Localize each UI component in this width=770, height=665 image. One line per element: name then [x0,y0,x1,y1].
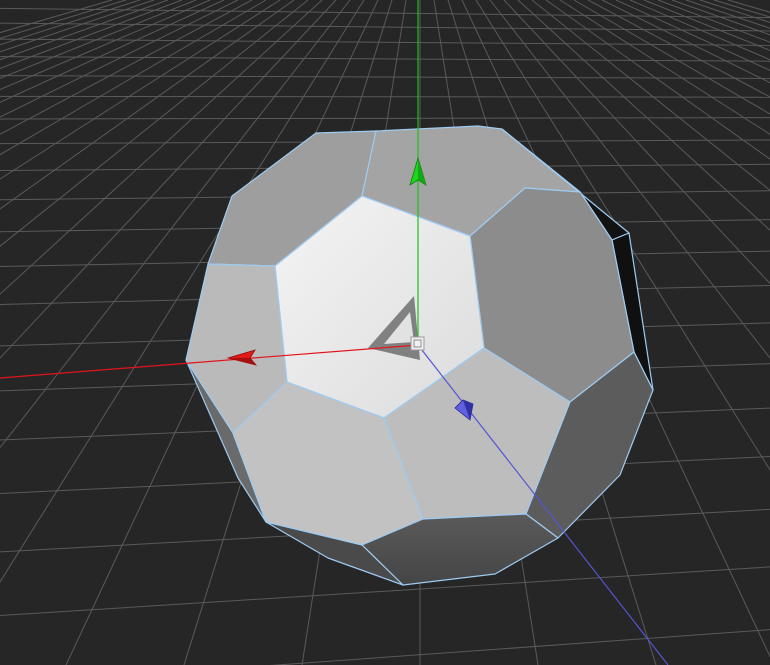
grid-line-depth [0,0,155,53]
grid-line-depth [713,0,770,18]
grid-line-width [0,22,770,32]
grid-line-depth [0,0,169,61]
grid-line-width [0,117,770,120]
grid-line-depth [657,0,770,43]
grid-line-depth [0,0,127,39]
grid-line-depth [0,0,183,69]
viewport-canvas[interactable] [0,0,770,665]
grid-line-depth [643,0,770,51]
grid-line-depth [699,0,770,23]
grid-line-depth [685,0,770,29]
3d-viewport[interactable] [0,0,770,665]
grid-line-depth [0,0,225,103]
pivot-square-icon[interactable] [410,336,425,351]
grid-line-width [0,38,770,46]
grid-line-depth [0,0,141,46]
grid-line-depth [0,0,197,79]
grid-line-depth [0,0,211,91]
grid-line-width [0,95,770,98]
grid-line-depth [727,0,770,13]
grid-line-depth [629,0,770,61]
